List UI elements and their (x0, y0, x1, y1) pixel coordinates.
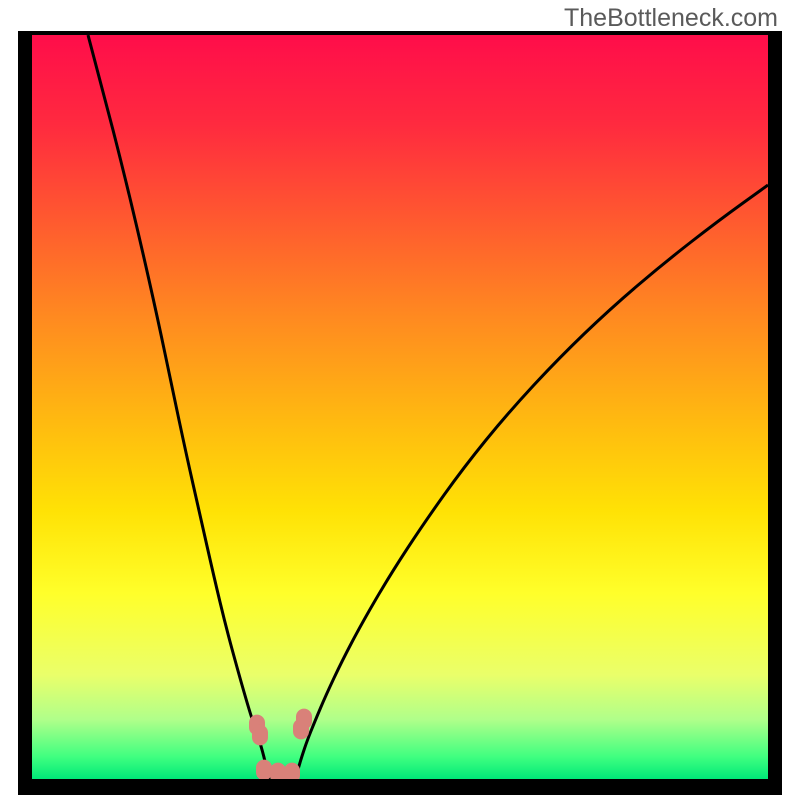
watermark-text: TheBottleneck.com (564, 4, 778, 33)
marker-group (249, 709, 312, 779)
right-curve (296, 185, 768, 779)
chart-svg (32, 35, 768, 779)
left-curve (88, 35, 270, 779)
data-marker (256, 760, 272, 779)
data-marker (296, 709, 312, 730)
plot-area (32, 35, 768, 779)
data-marker (270, 763, 286, 779)
data-marker (284, 763, 300, 779)
chart-frame (18, 31, 782, 795)
data-marker (252, 725, 268, 746)
